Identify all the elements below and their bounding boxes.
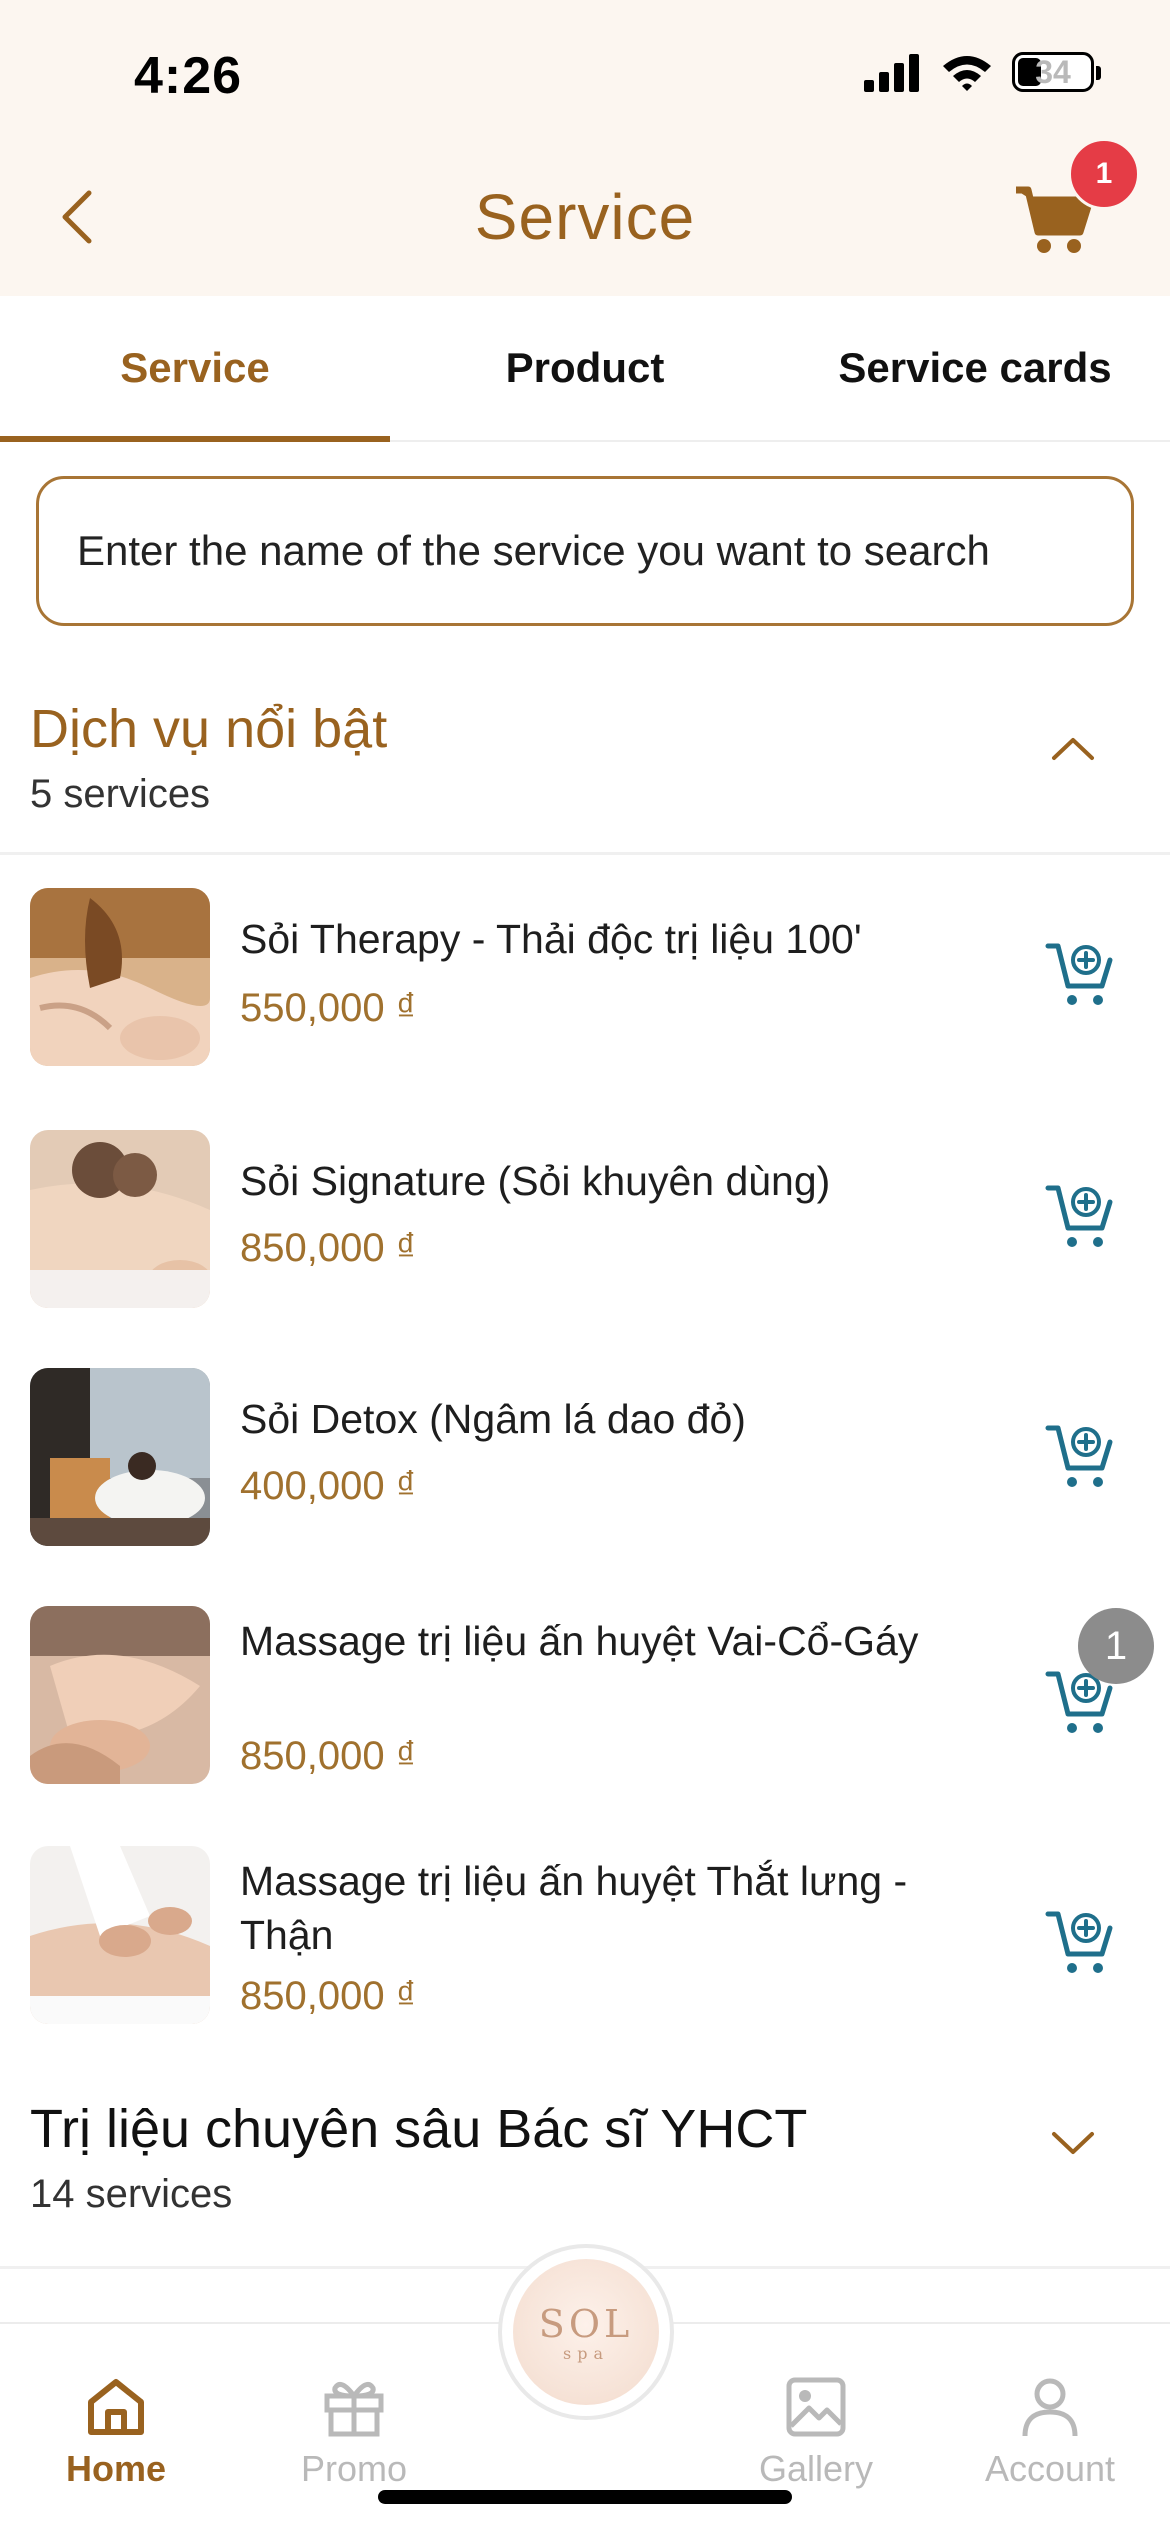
wifi-icon <box>943 56 991 91</box>
floating-count-bubble[interactable]: 1 <box>1078 1608 1154 1684</box>
chevron-down-icon[interactable] <box>1046 2116 1100 2170</box>
list-item[interactable]: Massage trị liệu ấn huyệt Thắt lưng - Th… <box>0 1846 1170 2046</box>
service-price: 850,000 ₫ <box>240 1226 417 1270</box>
service-thumbnail <box>30 888 210 1066</box>
user-icon <box>1022 2378 1078 2437</box>
home-indicator <box>378 2490 792 2504</box>
image-icon <box>786 2377 846 2437</box>
tab-product[interactable]: Product <box>390 296 780 440</box>
add-to-cart-icon[interactable] <box>1044 938 1116 1010</box>
service-thumbnail <box>30 1846 210 2024</box>
nav-promo[interactable]: Promo <box>254 2324 454 2504</box>
service-thumbnail <box>30 1606 210 1784</box>
home-icon <box>88 2379 144 2435</box>
service-name: Massage trị liệu ấn huyệt Vai-Cổ-Gáy <box>240 1618 919 1664</box>
logo-text: SOL <box>538 2301 634 2346</box>
list-item[interactable]: Sỏi Signature (Sỏi khuyên dùng) 850,000 … <box>0 1130 1170 1330</box>
add-to-cart-icon[interactable] <box>1044 1180 1116 1252</box>
section-title: Dịch vụ nổi bật <box>30 699 388 759</box>
section-header-featured[interactable]: Dịch vụ nổi bật 5 services <box>0 698 1170 848</box>
cellular-signal-icon <box>864 54 919 92</box>
service-price: 850,000 ₫ <box>240 1734 417 1778</box>
service-thumbnail <box>30 1130 210 1308</box>
service-price: 850,000 ₫ <box>240 1974 417 2018</box>
add-to-cart-icon[interactable] <box>1044 1420 1116 1492</box>
spa-logo-button[interactable]: SOL spa <box>498 2244 674 2420</box>
page-title: Service <box>474 181 696 253</box>
battery-level: 34 <box>1035 53 1071 90</box>
nav-label: Gallery <box>758 2448 874 2489</box>
service-name: Sỏi Detox (Ngâm lá dao đỏ) <box>240 1396 746 1442</box>
tab-service[interactable]: Service <box>0 296 390 442</box>
service-price: 400,000 ₫ <box>240 1464 417 1508</box>
list-item[interactable]: Sỏi Therapy - Thải độc trị liệu 100' 550… <box>0 888 1170 1088</box>
service-name: Massage trị liệu ấn huyệt Thắt lưng - Th… <box>240 1858 908 1958</box>
section-title: Trị liệu chuyên sâu Bác sĩ YHCT <box>30 2099 808 2159</box>
status-time: 4:26 <box>134 47 243 105</box>
search-input[interactable]: Enter the name of the service you want t… <box>36 476 1134 626</box>
nav-label: Home <box>65 2448 167 2489</box>
list-item[interactable]: Massage trị liệu ấn huyệt Vai-Cổ-Gáy 850… <box>0 1606 1170 1806</box>
service-name: Sỏi Signature (Sỏi khuyên dùng) <box>240 1158 831 1204</box>
service-name: Sỏi Therapy - Thải độc trị liệu 100' <box>240 916 862 962</box>
service-price: 550,000 ₫ <box>240 986 417 1030</box>
add-to-cart-icon[interactable] <box>1044 1906 1116 1978</box>
nav-label: Promo <box>300 2448 408 2489</box>
status-icons: 34 <box>862 52 1101 92</box>
nav-account[interactable]: Account <box>950 2324 1150 2504</box>
tab-bar: Service Product Service cards <box>0 296 1170 442</box>
nav-label: Account <box>984 2448 1116 2489</box>
service-thumbnail <box>30 1368 210 1546</box>
section-count: 5 services <box>30 772 211 816</box>
battery-icon: 34 <box>1012 52 1101 92</box>
gift-icon <box>324 2381 384 2437</box>
list-item[interactable]: Sỏi Detox (Ngâm lá dao đỏ) 400,000 ₫ <box>0 1368 1170 1568</box>
tab-service-cards[interactable]: Service cards <box>780 296 1170 440</box>
app-header: 4:26 34 Service <box>0 0 1170 296</box>
divider <box>0 852 1170 855</box>
cart-count-badge: 1 <box>1068 138 1140 210</box>
spa-logo: SOL spa <box>513 2259 659 2405</box>
logo-subtext: spa <box>563 2343 609 2363</box>
nav-home[interactable]: Home <box>16 2324 216 2504</box>
section-count: 14 services <box>30 2172 233 2216</box>
section-header-yhct[interactable]: Trị liệu chuyên sâu Bác sĩ YHCT 14 servi… <box>0 2098 1170 2258</box>
nav-gallery[interactable]: Gallery <box>716 2324 916 2504</box>
chevron-up-icon[interactable] <box>1046 722 1100 776</box>
